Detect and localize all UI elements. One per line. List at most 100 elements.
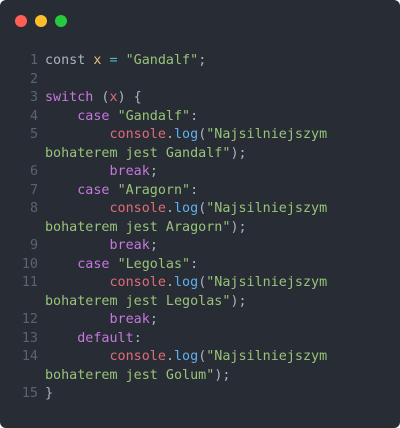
minimize-button[interactable] — [35, 15, 47, 27]
code-token: ; — [198, 53, 207, 68]
code-line: 6 break; — [0, 163, 400, 182]
code-line: 3 switch (x) { — [0, 89, 400, 108]
code-token: case — [77, 182, 110, 198]
code-token: default — [77, 330, 134, 346]
code-text: default: — [45, 330, 142, 349]
code-token: ) { — [117, 90, 142, 105]
code-token: ; — [149, 312, 158, 327]
code-token: : — [190, 256, 199, 272]
code-token: bohaterem jest Golum" — [45, 367, 215, 383]
code-token: log — [174, 349, 199, 364]
line-number: 6 — [29, 164, 38, 179]
code-text: break; — [45, 237, 158, 256]
code-window: 1 const x = "Gandalf"; 2 3 switch (x) {4 cas… — [0, 0, 400, 428]
code-token: : — [190, 182, 199, 198]
code-editor: 1 const x = "Gandalf"; 2 3 switch (x) {4 cas… — [0, 52, 400, 404]
code-line: bohaterem jest Golum"); — [0, 367, 400, 386]
code-text: console.log("Najsilniejszym — [45, 200, 328, 219]
code-token: break — [109, 238, 150, 253]
code-token: break — [109, 164, 150, 179]
code-token: bohaterem jest Aragorn" — [45, 219, 231, 235]
code-token: ); — [230, 293, 247, 309]
line-number: 5 — [29, 127, 38, 142]
code-token: : — [190, 108, 199, 124]
line-number: 10 — [21, 256, 38, 272]
code-token: console — [109, 201, 166, 216]
maximize-button[interactable] — [55, 15, 67, 27]
line-number: 11 — [21, 275, 38, 290]
code-text: case "Gandalf": — [45, 108, 198, 127]
code-text: console.log("Najsilniejszym — [45, 274, 328, 293]
code-text: bohaterem jest Golum"); — [45, 367, 230, 386]
code-token: } — [45, 386, 54, 401]
code-token: console — [109, 275, 166, 290]
code-token: = — [109, 53, 118, 68]
code-token: bohaterem jest Gandalf" — [45, 145, 231, 161]
code-token: case — [77, 256, 110, 272]
code-token: log — [174, 127, 199, 142]
code-text: const x = "Gandalf"; — [45, 52, 206, 71]
code-token: switch — [45, 90, 94, 105]
line-number: 7 — [29, 182, 38, 198]
code-text: switch (x) { — [45, 89, 142, 108]
code-text: console.log("Najsilniejszym — [45, 348, 328, 367]
code-text: bohaterem jest Gandalf"); — [45, 145, 247, 164]
code-token: "Aragorn" — [117, 182, 191, 198]
code-token: console — [109, 349, 166, 364]
line-number: 1 — [29, 53, 38, 68]
code-text: } — [45, 385, 53, 404]
code-token: "Legolas" — [117, 256, 191, 272]
line-number: 13 — [21, 330, 38, 346]
code-line: 2 — [0, 71, 400, 90]
line-number: 12 — [21, 312, 38, 327]
code-line: 5 console.log("Najsilniejszym — [0, 126, 400, 145]
code-text: case "Legolas": — [45, 256, 198, 275]
code-token: . — [165, 201, 174, 216]
code-text: bohaterem jest Aragorn"); — [45, 219, 247, 238]
code-token: ); — [230, 219, 247, 235]
line-number: 14 — [21, 349, 38, 364]
code-token: ); — [230, 145, 247, 161]
code-line: 13 default: — [0, 330, 400, 349]
code-line: 9 break; — [0, 237, 400, 256]
code-token: bohaterem jest Legolas" — [45, 293, 231, 309]
code-token: ; — [149, 164, 158, 179]
code-line: 11 console.log("Najsilniejszym — [0, 274, 400, 293]
code-line: 1 const x = "Gandalf"; — [0, 52, 400, 71]
code-line: 15} — [0, 385, 400, 404]
code-line: 8 console.log("Najsilniejszym — [0, 200, 400, 219]
code-text: case "Aragorn": — [45, 182, 198, 201]
line-number: 15 — [21, 386, 38, 401]
line-number: 4 — [29, 108, 38, 124]
code-token: "Najsilniejszym — [206, 349, 328, 364]
code-text: bohaterem jest Legolas"); — [45, 293, 247, 312]
code-text: break; — [45, 311, 158, 330]
code-token: log — [174, 275, 199, 290]
code-token: ; — [149, 238, 158, 253]
line-number: 9 — [29, 238, 38, 253]
window-titlebar — [0, 0, 400, 44]
code-line: 14 console.log("Najsilniejszym — [0, 348, 400, 367]
code-token: case — [77, 108, 110, 124]
code-token: "Najsilniejszym — [206, 275, 328, 290]
code-token: . — [165, 275, 174, 290]
code-line: bohaterem jest Aragorn"); — [0, 219, 400, 238]
close-button[interactable] — [15, 15, 27, 27]
code-line: bohaterem jest Gandalf"); — [0, 145, 400, 164]
line-number: 2 — [29, 71, 38, 87]
code-token: "Najsilniejszym — [206, 201, 328, 216]
code-line: 4 case "Gandalf": — [0, 108, 400, 127]
